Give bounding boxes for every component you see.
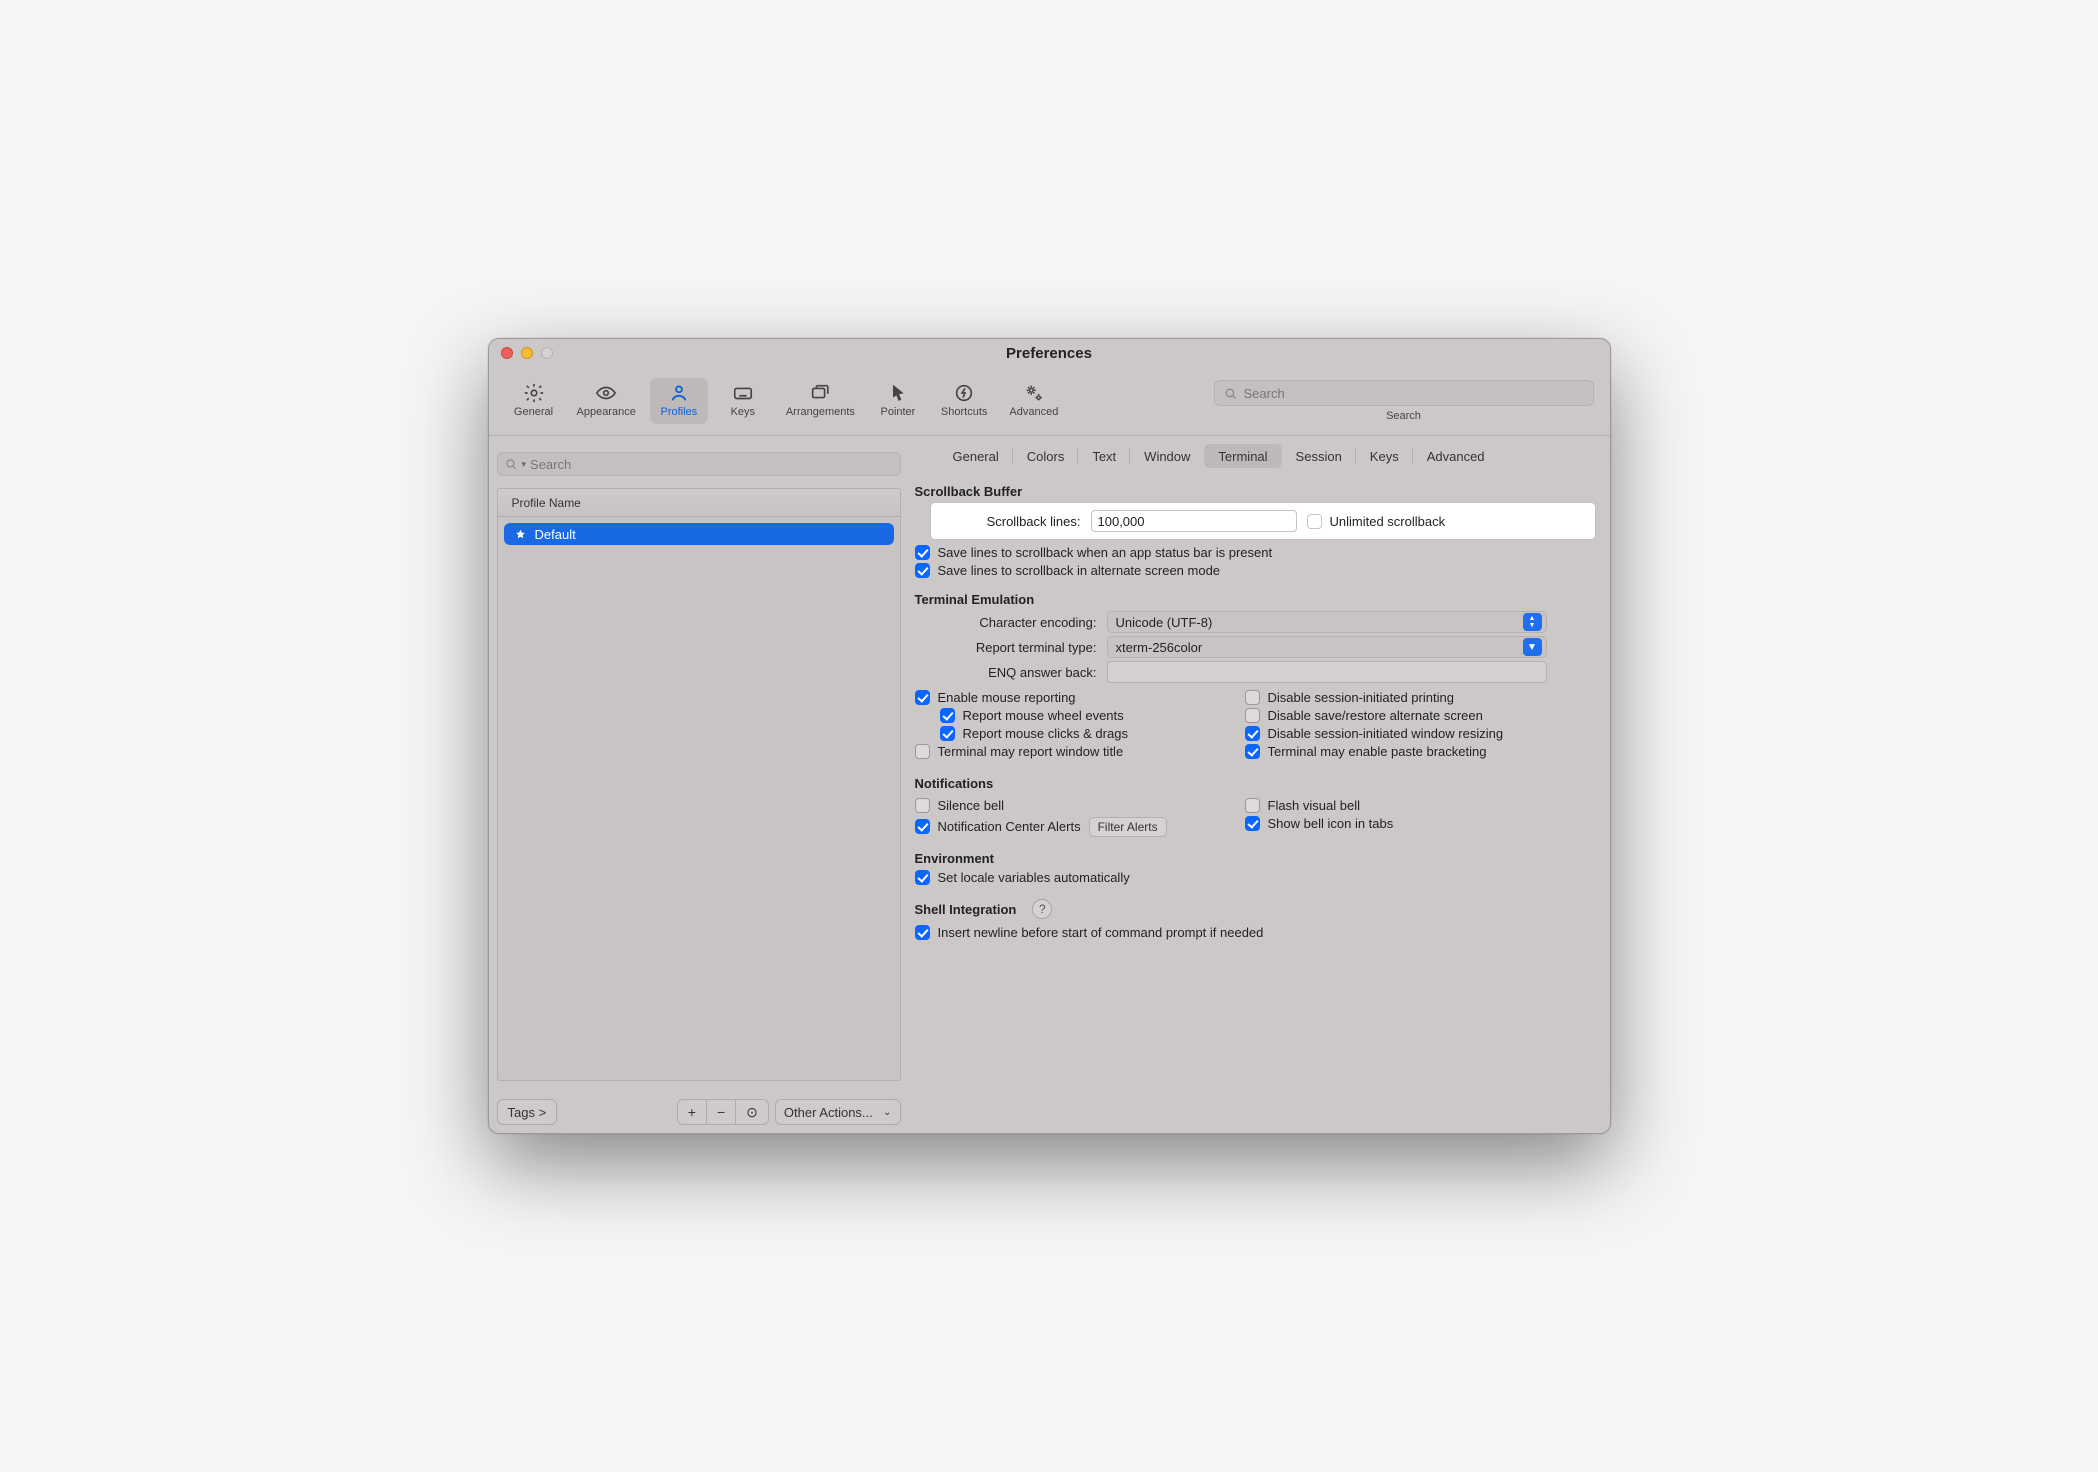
enq-label: ENQ answer back: [915,665,1097,680]
toolbar-appearance[interactable]: Appearance [569,378,644,424]
scrollback-heading: Scrollback Buffer [915,484,1592,499]
toolbar-search-input[interactable]: Search [1214,380,1594,406]
shell-integration-heading: Shell Integration [915,902,1017,917]
toolbar: General Appearance Profiles Keys Arrange… [489,367,1610,435]
tab-general[interactable]: General [939,444,1013,468]
toolbar-arrangements[interactable]: Arrangements [778,378,863,424]
save-alt-screen-checkbox[interactable]: Save lines to scrollback in alternate sc… [915,563,1592,578]
report-title-checkbox[interactable]: Terminal may report window title [915,744,1245,759]
search-icon [1223,386,1238,401]
keyboard-icon [732,382,754,404]
profile-menu-button[interactable]: ⊙ [736,1100,768,1124]
unlimited-scrollback-checkbox[interactable]: Unlimited scrollback [1307,514,1446,529]
report-wheel-checkbox[interactable]: Report mouse wheel events [940,708,1245,723]
tab-advanced[interactable]: Advanced [1413,444,1499,468]
notifications-heading: Notifications [915,776,1592,791]
encoding-label: Character encoding: [915,615,1097,630]
search-icon [504,457,518,471]
toolbar-profiles[interactable]: Profiles [650,378,708,424]
termtype-label: Report terminal type: [915,640,1097,655]
bell-icon-checkbox[interactable]: Show bell icon in tabs [1245,816,1592,831]
add-profile-button[interactable]: + [678,1100,707,1124]
locale-checkbox[interactable]: Set locale variables automatically [915,870,1592,885]
updown-icon: ▲▼ [1523,613,1542,631]
sidebar: ▾ Search Profile Name Default Tags > + − [489,436,909,1133]
toolbar-pointer[interactable]: Pointer [869,378,927,424]
chevron-down-icon: ⌄ [883,1107,891,1118]
disable-printing-checkbox[interactable]: Disable session-initiated printing [1245,690,1592,705]
window-title: Preferences [489,345,1610,362]
disable-resize-checkbox[interactable]: Disable session-initiated window resizin… [1245,726,1592,741]
person-icon [668,382,690,404]
filter-alerts-button[interactable]: Filter Alerts [1089,817,1167,837]
tab-text[interactable]: Text [1078,444,1130,468]
disable-alt-screen-checkbox[interactable]: Disable save/restore alternate screen [1245,708,1592,723]
flash-bell-checkbox[interactable]: Flash visual bell [1245,798,1592,813]
scrollback-lines-label: Scrollback lines: [931,514,1081,529]
cursor-icon [887,382,909,404]
help-button[interactable]: ? [1032,899,1052,919]
enq-input[interactable] [1107,661,1547,683]
enable-mouse-checkbox[interactable]: Enable mouse reporting [915,690,1245,705]
emulation-heading: Terminal Emulation [915,592,1592,607]
tab-window[interactable]: Window [1130,444,1204,468]
gears-icon [1023,382,1045,404]
profile-tabs: General Colors Text Window Terminal Sess… [909,436,1610,472]
tab-colors[interactable]: Colors [1013,444,1079,468]
tab-session[interactable]: Session [1282,444,1356,468]
toolbar-keys[interactable]: Keys [714,378,772,424]
star-icon [514,528,527,541]
gear-icon [523,382,545,404]
eye-icon [595,382,617,404]
tags-button[interactable]: Tags > [497,1099,558,1125]
profile-column-header[interactable]: Profile Name [498,489,900,517]
insert-newline-checkbox[interactable]: Insert newline before start of command p… [915,925,1592,940]
chevron-down-icon: ▾ [522,459,527,470]
preferences-window: Preferences General Appearance Profiles … [488,338,1611,1134]
titlebar: Preferences [489,339,1610,367]
termtype-combo[interactable]: xterm-256color ▼ [1107,636,1547,658]
remove-profile-button[interactable]: − [707,1100,736,1124]
bolt-icon [953,382,975,404]
profile-row[interactable]: Default [504,523,894,545]
toolbar-advanced[interactable]: Advanced [1001,378,1066,424]
profile-list: Profile Name Default [497,488,901,1081]
other-actions-dropdown[interactable]: Other Actions... ⌄ [775,1099,901,1125]
save-status-bar-checkbox[interactable]: Save lines to scrollback when an app sta… [915,545,1592,560]
chevron-down-icon: ▼ [1523,638,1542,656]
tab-keys[interactable]: Keys [1356,444,1413,468]
report-clicks-checkbox[interactable]: Report mouse clicks & drags [940,726,1245,741]
profile-search-input[interactable]: ▾ Search [497,452,901,476]
toolbar-shortcuts[interactable]: Shortcuts [933,378,995,424]
toolbar-general[interactable]: General [505,378,563,424]
paste-bracketing-checkbox[interactable]: Terminal may enable paste bracketing [1245,744,1592,759]
environment-heading: Environment [915,851,1592,866]
windows-icon [809,382,831,404]
scrollback-lines-input[interactable] [1091,510,1297,532]
silence-bell-checkbox[interactable]: Silence bell [915,798,1245,813]
tab-terminal[interactable]: Terminal [1204,444,1281,468]
toolbar-search-label: Search [1386,410,1421,422]
encoding-popup[interactable]: Unicode (UTF-8) ▲▼ [1107,611,1547,633]
nc-alerts-checkbox[interactable]: Notification Center Alerts [915,819,1081,834]
